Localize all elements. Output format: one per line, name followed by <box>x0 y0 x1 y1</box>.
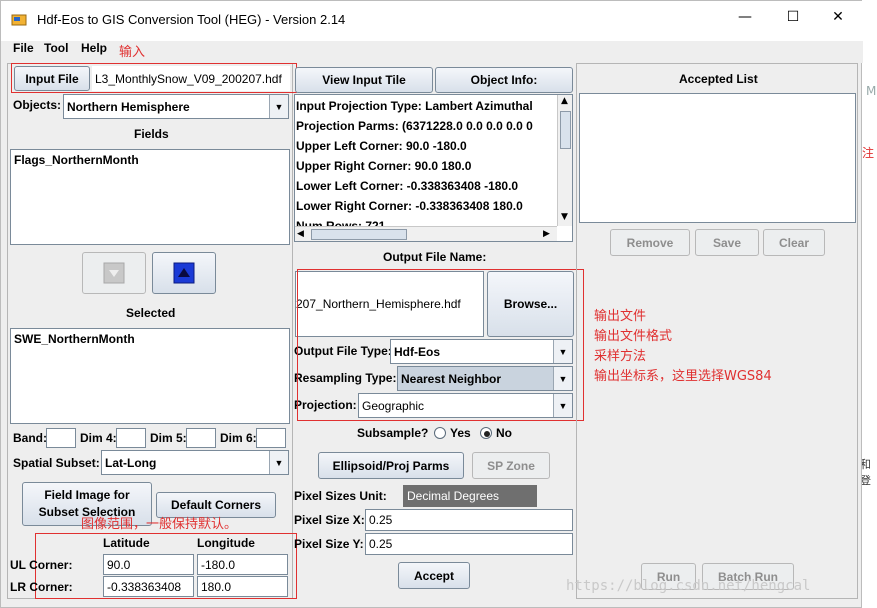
scroll-up-icon[interactable]: ▲ <box>561 96 568 106</box>
chevron-down-icon: ▼ <box>269 95 288 118</box>
lr-latitude-field[interactable]: -0.338363408 <box>103 576 194 597</box>
object-info-panel[interactable]: Input Projection Type: Lambert Azimuthal… <box>294 94 573 242</box>
info-line: Lower Right Corner: -0.338363408 180.0 <box>296 199 523 213</box>
subsample-no-label: No <box>496 426 512 440</box>
background-fragment: 注 <box>862 146 875 160</box>
background-fragment: 和登 <box>860 458 871 487</box>
spatial-subset-select[interactable]: Lat-Long ▼ <box>101 450 289 475</box>
dim4-field[interactable] <box>116 428 146 448</box>
band-field[interactable] <box>46 428 76 448</box>
subsample-yes-label: Yes <box>450 426 471 440</box>
fields-list[interactable]: Flags_NorthernMonth <box>10 149 290 245</box>
annotation-output-box <box>297 269 584 421</box>
pixel-size-x-label: Pixel Size X: <box>294 513 365 527</box>
info-text: Input Projection Type: Lambert Azimuthal… <box>296 96 556 226</box>
scroll-left-icon[interactable]: ◀ <box>297 229 304 239</box>
annotation-extent: 图像范围，一般保持默认。 <box>81 517 238 532</box>
latitude-header: Latitude <box>103 536 150 550</box>
menu-file[interactable]: File <box>13 41 34 55</box>
info-line: Num Rows: 721 <box>296 219 386 226</box>
info-line: Projection Parms: (6371228.0 0.0 0.0 0.0… <box>296 119 533 133</box>
selected-list[interactable]: SWE_NorthernMonth <box>10 328 290 424</box>
app-window: Hdf-Eos to GIS Conversion Tool (HEG) - V… <box>0 0 863 608</box>
list-item[interactable]: SWE_NorthernMonth <box>14 332 286 346</box>
selected-title: Selected <box>126 306 176 320</box>
menu-tool[interactable]: Tool <box>44 41 68 55</box>
objects-select-value: Northern Hemisphere <box>67 99 190 114</box>
subsample-yes-radio[interactable] <box>434 427 446 439</box>
info-line: Input Projection Type: Lambert Azimuthal <box>296 99 533 113</box>
view-input-tile-button[interactable]: View Input Tile <box>295 67 433 93</box>
pixel-size-y-label: Pixel Size Y: <box>294 537 364 551</box>
move-up-button[interactable] <box>152 252 216 294</box>
accepted-list-title: Accepted List <box>679 72 758 86</box>
dim4-label: Dim 4: <box>80 431 117 445</box>
move-down-button[interactable] <box>82 252 146 294</box>
lr-corner-label: LR Corner: <box>10 580 73 594</box>
scroll-down-icon[interactable]: ▼ <box>561 212 568 222</box>
subsample-no-radio[interactable] <box>480 427 492 439</box>
pixel-sizes-unit-label: Pixel Sizes Unit: <box>294 489 387 503</box>
remove-button[interactable]: Remove <box>610 229 690 256</box>
longitude-header: Longitude <box>197 536 255 550</box>
fields-title: Fields <box>134 127 169 141</box>
pixel-size-x-field[interactable]: 0.25 <box>365 509 573 531</box>
vertical-scrollbar[interactable]: ▲ ▼ <box>557 95 572 226</box>
subsample-label: Subsample? <box>357 426 429 440</box>
clear-button[interactable]: Clear <box>763 229 825 256</box>
minimize-button[interactable]: — <box>725 9 765 33</box>
scroll-right-icon[interactable]: ▶ <box>543 229 550 239</box>
annotation-input-box <box>11 63 297 93</box>
app-icon <box>11 12 27 28</box>
objects-select[interactable]: Northern Hemisphere ▼ <box>63 94 289 119</box>
radio-dot <box>484 431 490 437</box>
dim5-label: Dim 5: <box>150 431 187 445</box>
watermark: https://blog.csdn.net/hengcal <box>566 578 811 594</box>
object-info-button[interactable]: Object Info: <box>435 67 573 93</box>
dim5-field[interactable] <box>186 428 216 448</box>
objects-label: Objects: <box>13 98 62 112</box>
output-file-name-title: Output File Name: <box>383 250 487 264</box>
ul-corner-label: UL Corner: <box>10 558 73 572</box>
scroll-thumb-h[interactable] <box>311 229 407 240</box>
maximize-button[interactable]: ☐ <box>773 9 813 33</box>
pixel-sizes-unit-value: Decimal Degrees <box>403 485 537 507</box>
lr-longitude-field[interactable]: 180.0 <box>197 576 288 597</box>
annotation-input: 输入 <box>119 45 146 60</box>
background-fragment: M <box>866 84 877 98</box>
horizontal-scrollbar[interactable]: ◀ ▶ <box>295 226 557 241</box>
dim6-field[interactable] <box>256 428 286 448</box>
spatial-subset-value: Lat-Long <box>105 455 157 470</box>
arrow-down-icon <box>103 262 125 284</box>
window-title: Hdf-Eos to GIS Conversion Tool (HEG) - V… <box>37 12 346 27</box>
spatial-subset-label: Spatial Subset: <box>13 456 100 470</box>
ul-longitude-field[interactable]: -180.0 <box>197 554 288 575</box>
accept-button[interactable]: Accept <box>398 562 470 589</box>
sp-zone-button[interactable]: SP Zone <box>472 452 550 479</box>
close-button[interactable]: ✕ <box>818 9 858 33</box>
info-line: Lower Left Corner: -0.338363408 -180.0 <box>296 179 519 193</box>
chevron-down-icon: ▼ <box>269 451 288 474</box>
info-line: Upper Right Corner: 90.0 180.0 <box>296 159 472 173</box>
ul-latitude-field[interactable]: 90.0 <box>103 554 194 575</box>
menu-help[interactable]: Help <box>81 41 107 55</box>
ellipsoid-proj-parms-button[interactable]: Ellipsoid/Proj Parms <box>318 452 464 479</box>
title-bar: Hdf-Eos to GIS Conversion Tool (HEG) - V… <box>1 1 863 41</box>
scroll-thumb[interactable] <box>560 111 571 149</box>
band-label: Band: <box>13 431 47 445</box>
arrow-up-icon <box>173 262 195 284</box>
info-line: Upper Left Corner: 90.0 -180.0 <box>296 139 467 153</box>
list-item[interactable]: Flags_NorthernMonth <box>14 153 286 167</box>
save-button[interactable]: Save <box>695 229 759 256</box>
accepted-list[interactable] <box>579 93 856 223</box>
dim6-label: Dim 6: <box>220 431 257 445</box>
pixel-size-y-field[interactable]: 0.25 <box>365 533 573 555</box>
